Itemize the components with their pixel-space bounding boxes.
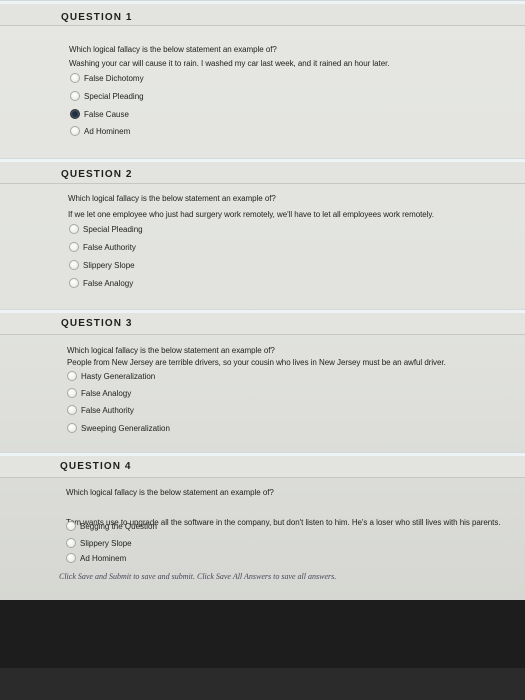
- question-1-option-false-cause[interactable]: False Cause: [70, 108, 129, 120]
- question-4-title: QUESTION 4: [60, 461, 132, 472]
- question-3-title: QUESTION 3: [61, 318, 133, 329]
- option-label: Sweeping Generalization: [81, 423, 170, 433]
- question-1-option-false-dichotomy[interactable]: False Dichotomy: [70, 72, 144, 84]
- option-label: False Cause: [84, 109, 129, 119]
- option-label: Ad Hominem: [80, 553, 127, 563]
- question-2-title: QUESTION 2: [61, 169, 133, 180]
- option-label: Begging the Question: [80, 521, 157, 531]
- option-label: Ad Hominem: [84, 126, 131, 136]
- radio-button-selected[interactable]: [70, 109, 80, 119]
- option-label: Hasty Generalization: [81, 371, 156, 381]
- quiz-page: QUESTION 1 Which logical fallacy is the …: [0, 0, 525, 600]
- question-4-option-begging-the-question[interactable]: Begging the Question: [66, 520, 157, 532]
- radio-button[interactable]: [67, 371, 77, 381]
- radio-button[interactable]: [67, 405, 77, 415]
- option-label: False Authority: [83, 242, 136, 252]
- question-1-title: QUESTION 1: [61, 12, 133, 23]
- question-2-option-false-analogy[interactable]: False Analogy: [69, 277, 133, 289]
- question-4-option-ad-hominem[interactable]: Ad Hominem: [66, 552, 126, 564]
- question-3-option-hasty-generalization[interactable]: Hasty Generalization: [67, 370, 155, 382]
- radio-button[interactable]: [69, 242, 79, 252]
- radio-button[interactable]: [70, 126, 80, 136]
- option-label: Slippery Slope: [83, 260, 135, 270]
- radio-button[interactable]: [67, 388, 77, 398]
- radio-button[interactable]: [66, 553, 76, 563]
- option-label: False Authority: [81, 405, 134, 415]
- question-2-prompt: Which logical fallacy is the below state…: [68, 194, 276, 203]
- radio-button[interactable]: [67, 423, 77, 433]
- option-label: False Dichotomy: [84, 73, 144, 83]
- question-3-option-sweeping-generalization[interactable]: Sweeping Generalization: [67, 422, 170, 434]
- question-2-statement: If we let one employee who just had surg…: [68, 210, 434, 219]
- question-3-prompt: Which logical fallacy is the below state…: [67, 346, 275, 355]
- radio-button[interactable]: [66, 538, 76, 548]
- radio-button[interactable]: [69, 224, 79, 234]
- question-1-prompt: Which logical fallacy is the below state…: [69, 45, 277, 54]
- question-4-prompt: Which logical fallacy is the below state…: [66, 488, 274, 497]
- question-1-option-special-pleading[interactable]: Special Pleading: [70, 90, 144, 102]
- radio-button[interactable]: [69, 260, 79, 270]
- bottom-toolbar: [0, 668, 525, 700]
- question-1-option-ad-hominem[interactable]: Ad Hominem: [70, 125, 130, 137]
- radio-button[interactable]: [70, 73, 80, 83]
- question-2-option-special-pleading[interactable]: Special Pleading: [69, 223, 143, 235]
- question-3-statement: People from New Jersey are terrible driv…: [67, 358, 446, 367]
- radio-button[interactable]: [70, 91, 80, 101]
- radio-button[interactable]: [69, 278, 79, 288]
- radio-button[interactable]: [66, 521, 76, 531]
- question-4-option-slippery-slope[interactable]: Slippery Slope: [66, 537, 132, 549]
- option-label: False Analogy: [81, 388, 132, 398]
- option-label: Slippery Slope: [80, 538, 132, 548]
- question-2-option-slippery-slope[interactable]: Slippery Slope: [69, 259, 135, 271]
- option-label: Special Pleading: [83, 224, 143, 234]
- submit-instructions: Click Save and Submit to save and submit…: [59, 572, 337, 581]
- option-label: Special Pleading: [84, 91, 144, 101]
- question-1-statement: Washing your car will cause it to rain. …: [69, 59, 390, 68]
- option-label: False Analogy: [83, 278, 134, 288]
- question-3-option-false-authority[interactable]: False Authority: [67, 404, 134, 416]
- question-3-option-false-analogy[interactable]: False Analogy: [67, 387, 131, 399]
- question-2-option-false-authority[interactable]: False Authority: [69, 241, 136, 253]
